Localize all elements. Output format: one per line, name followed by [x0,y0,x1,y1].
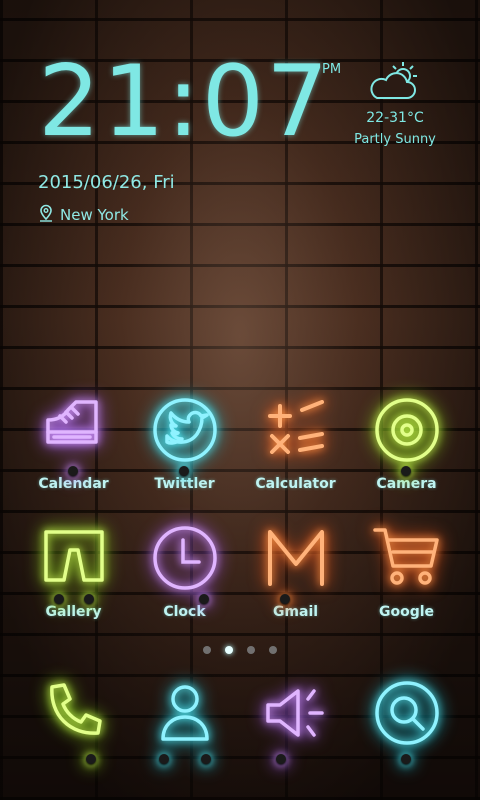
cart-icon [367,518,447,598]
app-clock[interactable]: Clock [129,518,240,620]
app-label: Calculator [255,476,336,492]
dock-phone[interactable] [18,668,129,764]
contact-icon [145,668,225,764]
app-row-2: Gallery Clock Gmail Google [18,518,462,620]
app-google[interactable]: Google [351,518,462,620]
weather-condition: Partly Sunny [354,132,436,147]
shorts-icon [34,518,114,604]
app-label: Twittler [154,476,215,492]
math-symbols-icon [256,390,336,470]
dock-speaker[interactable] [240,668,351,764]
app-calendar[interactable]: Calendar [18,390,129,492]
clock-ampm: PM [322,62,342,77]
location-label: New York [60,206,129,224]
clock-date: 2015/06/26, Fri [38,172,175,193]
app-label: Camera [376,476,437,492]
app-label: Gallery [45,604,102,620]
page-indicator[interactable] [0,646,480,654]
location-pin-icon [38,204,54,226]
page-dot[interactable] [203,646,211,654]
app-gallery[interactable]: Gallery [18,518,129,620]
weather-temp: 22-31°C [366,110,424,126]
page-dot[interactable] [247,646,255,654]
page-dot[interactable] [269,646,277,654]
sneaker-icon [34,390,114,476]
letter-m-icon [256,518,336,604]
app-gmail[interactable]: Gmail [240,518,351,620]
bird-icon [145,390,225,476]
search-icon [367,668,447,764]
page-dot-active[interactable] [225,646,233,654]
app-calculator[interactable]: Calculator [240,390,351,492]
weather-widget[interactable]: 22-31°C Partly Sunny [340,58,450,147]
dock [18,668,462,764]
clock-icon [145,518,225,604]
app-twitter[interactable]: Twittler [129,390,240,492]
app-camera[interactable]: Camera [351,390,462,492]
app-label: Clock [163,604,206,620]
phone-icon [34,668,114,764]
app-label: Gmail [272,604,319,620]
dock-search[interactable] [351,668,462,764]
speaker-icon [256,668,336,764]
dock-contacts[interactable] [129,668,240,764]
app-label: Google [378,604,435,620]
location[interactable]: New York [38,204,129,226]
app-label: Calendar [38,476,109,492]
clock-time[interactable]: 21:07 [38,52,330,152]
partly-cloudy-icon [340,58,450,104]
app-row-1: Calendar Twittler Calculator Camera [18,390,462,492]
target-icon [367,390,447,476]
